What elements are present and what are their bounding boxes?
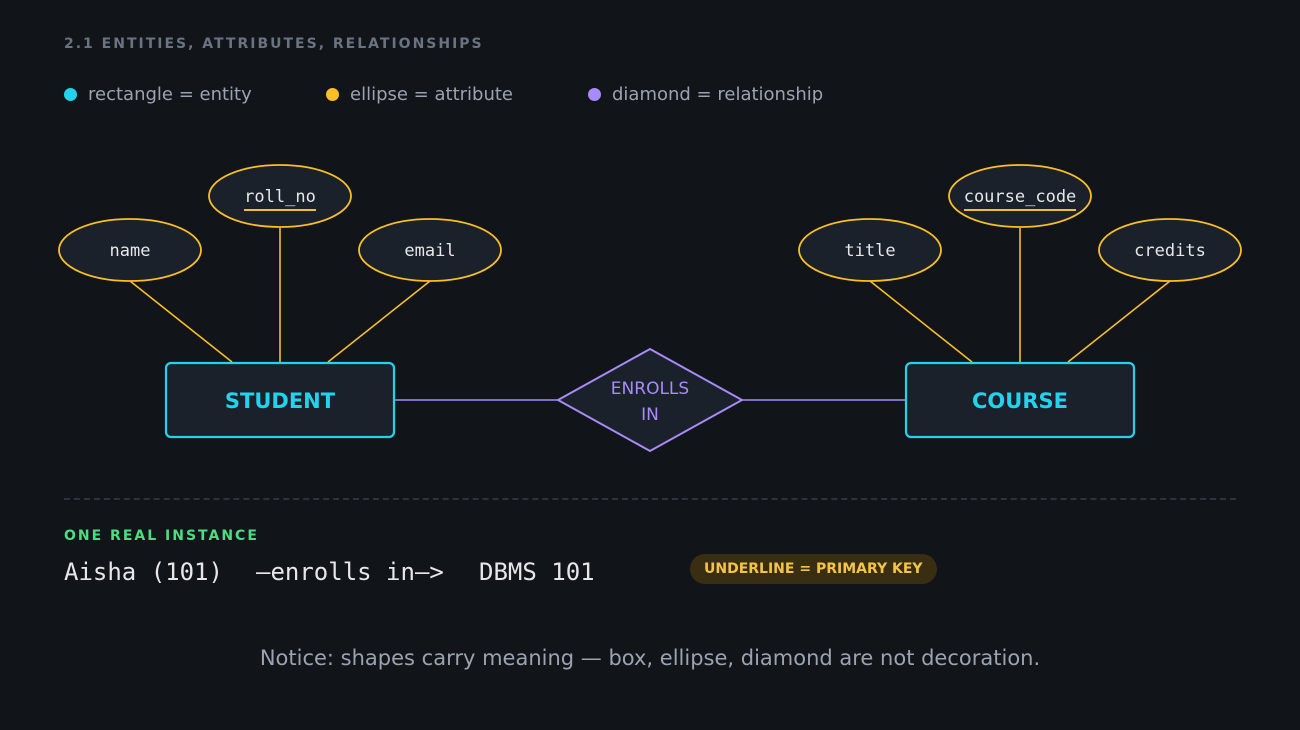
- attribute-course-code[interactable]: course_code: [948, 164, 1092, 228]
- attribute-label: credits: [1134, 241, 1206, 261]
- attribute-roll-no[interactable]: roll_no: [208, 164, 352, 228]
- connector-line: [327, 280, 431, 363]
- attribute-title[interactable]: title: [798, 218, 942, 282]
- instance-left: Aisha (101): [64, 558, 223, 586]
- entity-label: STUDENT: [225, 389, 336, 413]
- attribute-credits[interactable]: credits: [1098, 218, 1242, 282]
- attribute-label: course_code: [964, 187, 1077, 207]
- primary-key-badge: UNDERLINE = PRIMARY KEY: [690, 554, 937, 584]
- attribute-label: roll_no: [244, 187, 316, 207]
- connector-line: [1067, 280, 1171, 363]
- connector-line: [129, 280, 233, 363]
- attribute-label: email: [404, 241, 455, 261]
- attribute-email[interactable]: email: [358, 218, 502, 282]
- relationship-label-line2: IN: [641, 405, 659, 425]
- relationship-label-line1: ENROLLS: [611, 379, 689, 399]
- instance-arrow: —enrolls in—>: [256, 558, 444, 586]
- attribute-name[interactable]: name: [58, 218, 202, 282]
- entity-student[interactable]: STUDENT: [164, 361, 396, 439]
- entity-label: COURSE: [972, 389, 1068, 413]
- connector-line: [869, 280, 973, 363]
- attribute-label: title: [844, 241, 895, 261]
- relationship-enrolls-in[interactable]: ENROLLS IN: [555, 347, 745, 453]
- entity-course[interactable]: COURSE: [904, 361, 1136, 439]
- notice-text: Notice: shapes carry meaning — box, elli…: [259, 646, 1041, 670]
- er-diagram: name roll_no email title course_code cre…: [58, 164, 1242, 453]
- dashed-divider: [64, 498, 1236, 500]
- instance-label: ONE REAL INSTANCE: [64, 528, 259, 544]
- instance-right: DBMS 101: [479, 558, 595, 586]
- attribute-label: name: [110, 241, 151, 261]
